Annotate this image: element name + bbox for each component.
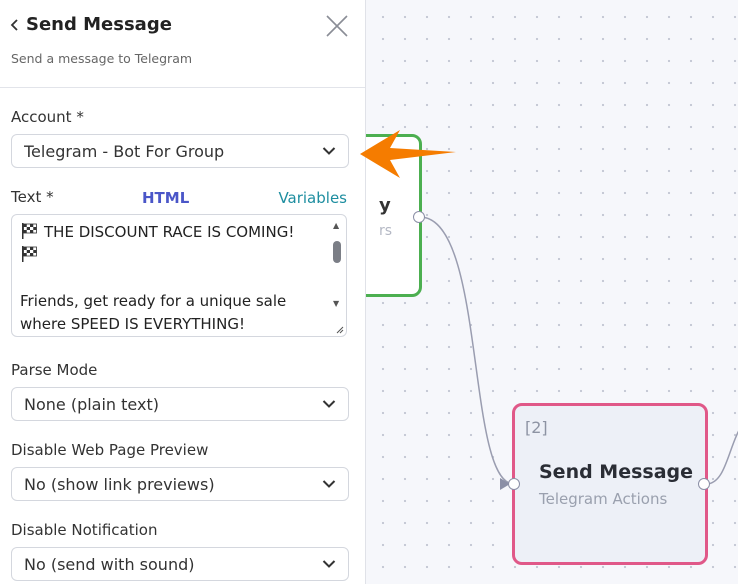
workflow-canvas[interactable]: y rs [2] Send Message Telegram Actions xyxy=(366,0,738,584)
node-subtitle: rs xyxy=(379,223,393,239)
scroll-down-icon[interactable]: ▼ xyxy=(333,299,339,308)
send-message-node[interactable]: [2] Send Message Telegram Actions xyxy=(512,403,708,565)
parse-mode-label: Parse Mode xyxy=(11,361,98,379)
node-index: [2] xyxy=(525,418,548,437)
variables-link[interactable]: Variables xyxy=(278,189,347,207)
text-line-1: THE DISCOUNT RACE IS COMING! xyxy=(44,223,295,241)
checkered-flag-icon xyxy=(22,223,37,239)
text-textarea[interactable]: THE DISCOUNT RACE IS COMING! Friends, ge… xyxy=(11,214,347,337)
account-value: Telegram - Bot For Group xyxy=(24,141,225,161)
node-title: Send Message xyxy=(539,461,694,483)
chevron-down-icon xyxy=(322,480,336,488)
scroll-up-icon[interactable]: ▲ xyxy=(333,221,339,230)
checkered-flag-icon xyxy=(22,246,37,262)
panel-title: Send Message xyxy=(26,14,172,35)
back-button[interactable]: Send Message xyxy=(10,14,172,35)
text-label: Text * xyxy=(11,188,54,206)
parse-mode-select[interactable]: None (plain text) xyxy=(11,387,349,421)
output-port[interactable] xyxy=(413,211,425,223)
close-icon[interactable] xyxy=(325,14,349,38)
panel-description: Send a message to Telegram xyxy=(11,51,193,66)
output-port[interactable] xyxy=(698,478,710,490)
account-select[interactable]: Telegram - Bot For Group xyxy=(11,134,349,168)
disable-notification-select[interactable]: No (send with sound) xyxy=(11,547,349,581)
html-link[interactable]: HTML xyxy=(142,189,189,207)
chevron-down-icon xyxy=(322,560,336,568)
panel-header: Send Message Send a message to Telegram xyxy=(0,0,365,88)
chevron-down-icon xyxy=(322,400,336,408)
scroll-thumb[interactable] xyxy=(333,241,341,263)
parse-mode-value: None (plain text) xyxy=(24,394,159,414)
node-subtitle: Telegram Actions xyxy=(539,490,668,508)
disable-notification-label: Disable Notification xyxy=(11,521,158,539)
disable-preview-value: No (show link previews) xyxy=(24,474,215,494)
properties-panel: Send Message Send a message to Telegram … xyxy=(0,0,366,584)
disable-preview-label: Disable Web Page Preview xyxy=(11,441,209,459)
text-content: THE DISCOUNT RACE IS COMING! Friends, ge… xyxy=(20,221,325,336)
arrow-left-icon xyxy=(360,130,456,178)
disable-notification-value: No (send with sound) xyxy=(24,554,195,574)
textarea-scrollbar[interactable]: ▲ ▼ xyxy=(330,219,344,319)
text-line-4: Friends, get ready for a unique sale xyxy=(20,292,287,310)
text-line-5: where SPEED IS EVERYTHING! xyxy=(20,315,245,333)
account-label: Account * xyxy=(11,108,84,126)
chevron-down-icon xyxy=(322,147,336,155)
disable-preview-select[interactable]: No (show link previews) xyxy=(11,467,349,501)
node-title: y xyxy=(379,195,391,216)
input-port[interactable] xyxy=(508,478,520,490)
chevron-left-icon xyxy=(10,18,18,31)
resize-grip-icon[interactable] xyxy=(334,324,344,334)
